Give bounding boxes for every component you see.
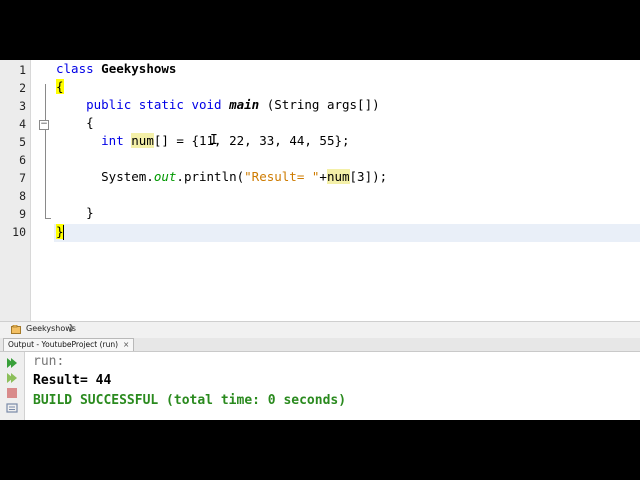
tab-output[interactable]: Output - YoutubeProject (run) × bbox=[3, 338, 135, 351]
variable-highlight: num bbox=[131, 133, 154, 148]
code-text: [] = {1 bbox=[153, 133, 207, 148]
keyword: class bbox=[56, 61, 94, 76]
output-tab-bar: Output - YoutubeProject (run) × bbox=[0, 338, 640, 352]
method-name: main bbox=[229, 97, 260, 112]
code-line-7: System.out.println("Result= "+num[3]); bbox=[56, 168, 387, 186]
tab-output-label: Output - YoutubeProject (run) bbox=[8, 340, 119, 349]
output-result-line: Result= 44 bbox=[33, 373, 112, 388]
code-text: .println( bbox=[176, 169, 245, 184]
output-console[interactable]: run: Result= 44 BUILD SUCCESSFUL (total … bbox=[25, 352, 640, 420]
rerun-with-options-icon[interactable] bbox=[6, 368, 18, 383]
fold-guide-end bbox=[45, 218, 51, 219]
variable-highlight: num bbox=[326, 169, 350, 184]
line-number: 1 bbox=[19, 63, 26, 77]
code-text: [3]); bbox=[349, 169, 388, 184]
code-line-3: public static void main (String args[]) bbox=[56, 96, 380, 114]
matched-brace: { bbox=[56, 79, 64, 94]
line-number: 6 bbox=[19, 153, 26, 167]
code-editor[interactable]: 1 2 3 4 5 6 7 8 9 10 − class Geekyshows … bbox=[0, 60, 640, 321]
line-number-gutter: 1 2 3 4 5 6 7 8 9 10 bbox=[0, 60, 31, 321]
brace: { bbox=[86, 115, 94, 130]
type-keyword: int bbox=[101, 133, 124, 148]
class-icon bbox=[11, 324, 21, 334]
line-number: 7 bbox=[19, 171, 26, 185]
modifiers: public static void bbox=[86, 97, 222, 112]
line-number: 2 bbox=[19, 81, 26, 95]
code-line-9: } bbox=[56, 204, 94, 222]
output-build-status: BUILD SUCCESSFUL (total time: 0 seconds) bbox=[33, 393, 347, 408]
output-toolbar bbox=[0, 352, 25, 420]
ide-window: 1 2 3 4 5 6 7 8 9 10 − class Geekyshows … bbox=[0, 60, 640, 420]
fold-collapse-icon[interactable]: − bbox=[39, 120, 49, 130]
fold-margin bbox=[31, 60, 53, 321]
static-field: out bbox=[153, 169, 177, 184]
string-literal: "Result= " bbox=[244, 169, 320, 184]
current-line-highlight bbox=[54, 224, 640, 242]
line-number: 8 bbox=[19, 189, 26, 203]
mouse-ibeam-cursor: I bbox=[210, 133, 218, 148]
settings-icon[interactable] bbox=[6, 398, 18, 413]
line-number: 10 bbox=[12, 225, 26, 239]
fold-guide bbox=[45, 84, 46, 219]
code-text: System. bbox=[101, 169, 154, 184]
line-number: 5 bbox=[19, 135, 26, 149]
brace: } bbox=[86, 205, 94, 220]
output-run-line: run: bbox=[33, 354, 65, 369]
text-caret bbox=[63, 225, 64, 240]
line-number: 9 bbox=[19, 207, 26, 221]
code-text: 1, 22, 33, 44, 55}; bbox=[206, 133, 350, 148]
class-name: Geekyshows bbox=[101, 61, 177, 76]
code-text: + bbox=[319, 169, 327, 184]
breadcrumb: Geekyshows ❯ bbox=[0, 321, 640, 339]
line-number: 3 bbox=[19, 99, 26, 113]
code-line-1: class Geekyshows bbox=[56, 60, 176, 78]
stop-icon[interactable] bbox=[6, 383, 18, 398]
rerun-icon[interactable] bbox=[6, 353, 18, 368]
breadcrumb-arrow-icon: ❯ bbox=[68, 323, 75, 332]
close-icon[interactable]: × bbox=[123, 340, 129, 349]
method-params: (String args[]) bbox=[266, 97, 380, 112]
line-number: 4 bbox=[19, 117, 26, 131]
code-line-4: { bbox=[56, 114, 94, 132]
code-line-5: int num[] = {11, 22, 33, 44, 55}; bbox=[56, 132, 350, 150]
code-line-2: { bbox=[56, 78, 64, 96]
